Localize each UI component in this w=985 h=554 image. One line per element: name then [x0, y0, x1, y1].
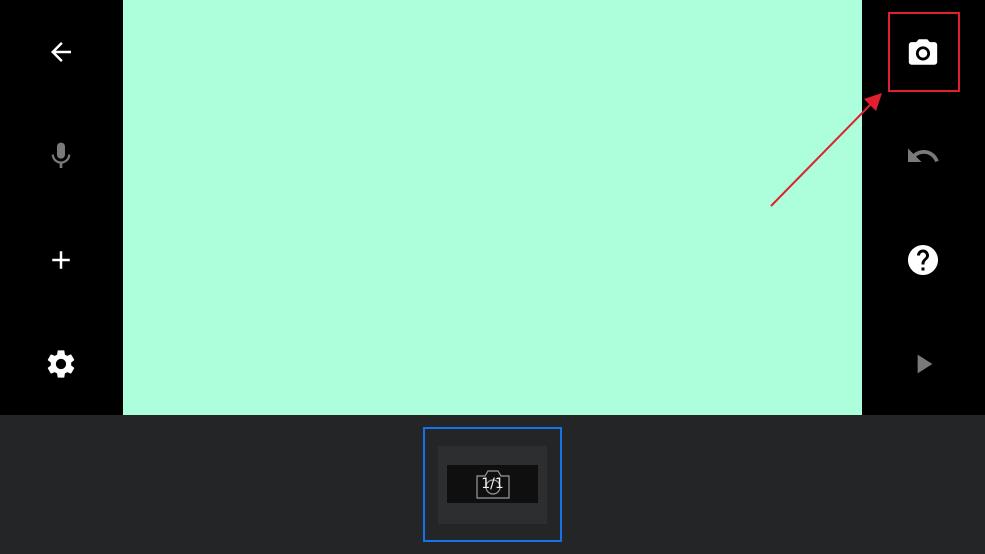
- right-toolbar: [862, 0, 985, 415]
- camera-icon: [908, 39, 938, 65]
- settings-button[interactable]: [31, 334, 91, 394]
- gear-icon: [47, 350, 75, 378]
- slide-counter: 1/1: [481, 476, 504, 492]
- back-button[interactable]: [31, 22, 91, 82]
- back-arrow-icon: [51, 42, 71, 62]
- thumbnail-preview: 1/1: [447, 465, 538, 503]
- camera-button[interactable]: [893, 22, 953, 82]
- plus-icon: [52, 251, 70, 269]
- microphone-button[interactable]: [31, 126, 91, 186]
- add-button[interactable]: [31, 230, 91, 290]
- help-button[interactable]: [893, 230, 953, 290]
- undo-button[interactable]: [893, 126, 953, 186]
- left-toolbar: [0, 0, 123, 415]
- play-button[interactable]: [893, 334, 953, 394]
- undo-icon: [908, 148, 939, 162]
- help-icon: [908, 245, 938, 275]
- thumbnail-strip: 1/1: [0, 415, 985, 554]
- play-icon: [917, 354, 933, 374]
- app-window: 1/1: [0, 0, 985, 554]
- microphone-icon: [51, 142, 71, 168]
- drawing-canvas[interactable]: [123, 0, 862, 415]
- slide-thumbnail[interactable]: 1/1: [438, 446, 547, 524]
